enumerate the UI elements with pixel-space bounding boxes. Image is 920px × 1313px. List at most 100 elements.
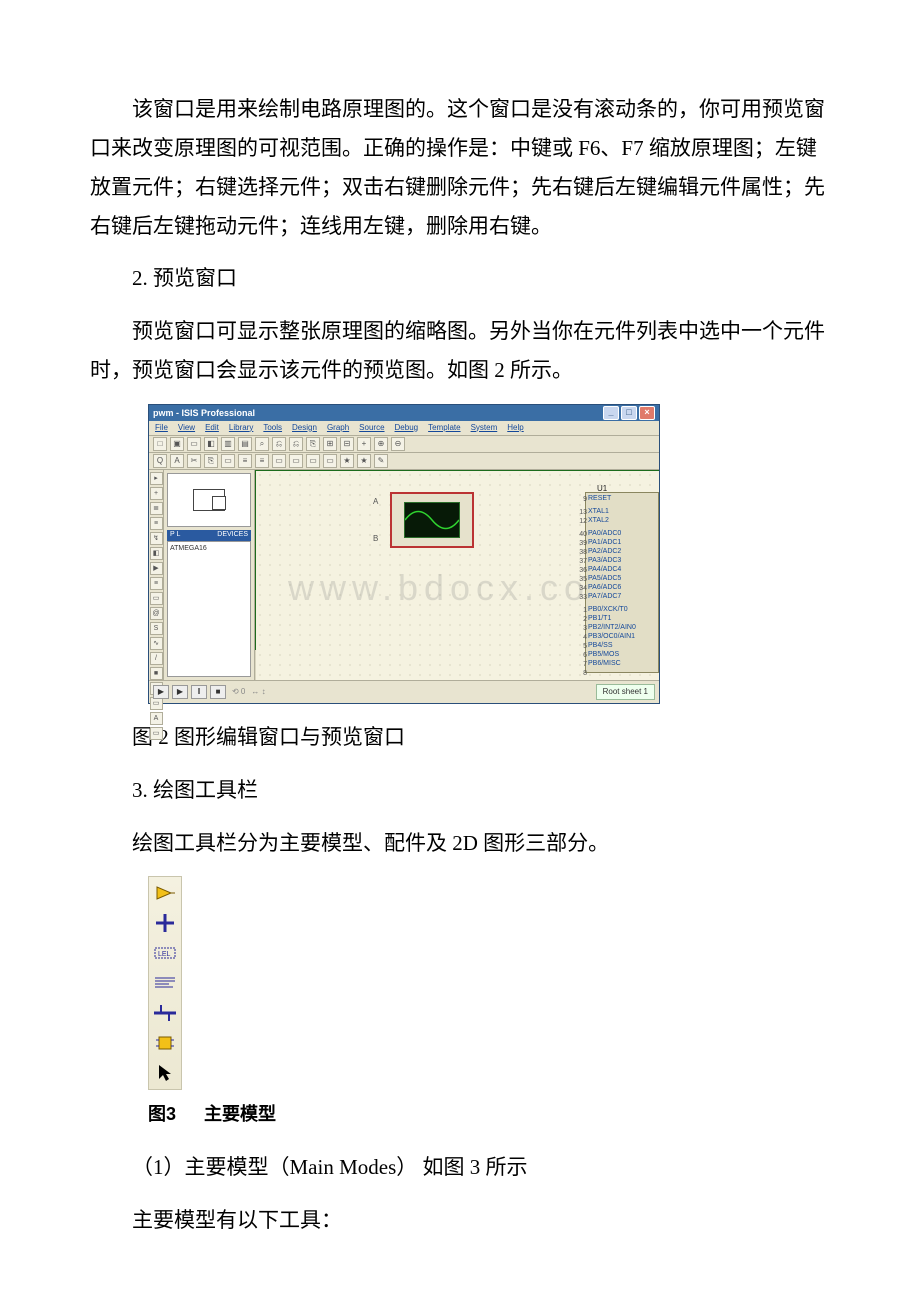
side-tool[interactable]: ∿ <box>150 637 163 650</box>
chip-pin-label: PA4/ADC4 <box>588 565 656 574</box>
menu-debug[interactable]: Debug <box>395 421 419 436</box>
menu-graph[interactable]: Graph <box>327 421 349 436</box>
sim-pause[interactable]: ‖ <box>191 685 207 699</box>
device-list-header[interactable]: P L DEVICES <box>167 530 251 541</box>
window-maximize-button[interactable]: □ <box>621 406 637 420</box>
side-tool[interactable]: / <box>150 652 163 665</box>
side-tool[interactable]: ≡ <box>150 517 163 530</box>
chip-pin-label: PB6/MISC <box>588 659 656 668</box>
toolbar-button[interactable]: ⊖ <box>391 437 405 451</box>
toolbar-button[interactable]: □ <box>153 437 167 451</box>
heading-drawing-toolbar: 3. 绘图工具栏 <box>90 771 830 810</box>
toolbar-button[interactable]: ▥ <box>221 437 235 451</box>
figure-3-title: 主要模型 <box>204 1098 276 1131</box>
menu-template[interactable]: Template <box>428 421 460 436</box>
side-tool[interactable]: + <box>150 487 163 500</box>
junction-icon[interactable] <box>153 911 177 935</box>
toolbar-button[interactable]: + <box>357 437 371 451</box>
paragraph-main-modes-tools: 主要模型有以下工具： <box>90 1201 830 1240</box>
side-tool[interactable]: ▸ <box>150 472 163 485</box>
sheet-tab[interactable]: Root sheet 1 <box>596 684 655 701</box>
sim-play[interactable]: ▶ <box>153 685 169 699</box>
toolbar-button[interactable]: ▭ <box>306 454 320 468</box>
toolbar-button[interactable]: ◧ <box>204 437 218 451</box>
preview-thumbnail <box>193 489 225 511</box>
menu-design[interactable]: Design <box>292 421 317 436</box>
component-icon[interactable] <box>153 881 177 905</box>
toolbar-button[interactable]: ✂ <box>187 454 201 468</box>
scope-channel-a-label: A <box>373 495 378 510</box>
script-icon[interactable] <box>153 971 177 995</box>
oscilloscope[interactable] <box>390 492 474 548</box>
toolbar-button[interactable]: ⎌ <box>272 437 286 451</box>
toolbar-button[interactable]: A <box>170 454 184 468</box>
pointer-icon[interactable] <box>153 1061 177 1085</box>
device-list[interactable]: ATMEGA16 <box>167 541 251 677</box>
toolbar-row-2[interactable]: QA✂⎘▭≡≡▭▭▭▭★★✎ <box>149 453 659 470</box>
menu-tools[interactable]: Tools <box>263 421 282 436</box>
toolbar-button[interactable]: ⊕ <box>374 437 388 451</box>
side-tool[interactable]: ▭ <box>150 592 163 605</box>
bus-icon[interactable] <box>153 1001 177 1025</box>
side-tool[interactable]: A <box>150 712 163 725</box>
chip-pin-label: PB1/T1 <box>588 614 656 623</box>
menu-help[interactable]: Help <box>507 421 523 436</box>
device-list-item[interactable]: ATMEGA16 <box>170 543 248 556</box>
paragraph-toolbar-parts: 绘图工具栏分为主要模型、配件及 2D 图形三部分。 <box>90 824 830 863</box>
menu-view[interactable]: View <box>178 421 195 436</box>
side-tool[interactable]: ◧ <box>150 547 163 560</box>
toolbar-row-1[interactable]: □▣▭◧▥▤⌕⎌⎌⎘⊞⊟+⊕⊖ <box>149 436 659 453</box>
toolbar-button[interactable]: ▭ <box>289 454 303 468</box>
sim-stop[interactable]: ■ <box>210 685 226 699</box>
toolbar-button[interactable]: ▣ <box>170 437 184 451</box>
chip-pin-label: RESET <box>588 494 656 503</box>
subcircuit-icon[interactable] <box>153 1031 177 1055</box>
menu-system[interactable]: System <box>471 421 498 436</box>
toolbar-button[interactable]: Q <box>153 454 167 468</box>
toolbar-button[interactable]: ≡ <box>238 454 252 468</box>
chip-body: RESETXTAL1XTAL2PA0/ADC0PA1/ADC1PA2/ADC2P… <box>585 492 659 673</box>
toolbar-button[interactable]: ⎘ <box>204 454 218 468</box>
chip-pin-label: PB0/XCK/T0 <box>588 605 656 614</box>
window-minimize-button[interactable]: _ <box>603 406 619 420</box>
side-tool[interactable]: ≡ <box>150 577 163 590</box>
side-tool[interactable]: ▭ <box>150 727 163 740</box>
label-icon[interactable]: LEL <box>153 941 177 965</box>
toolbar-button[interactable]: ▭ <box>272 454 286 468</box>
window-close-button[interactable]: × <box>639 406 655 420</box>
menu-library[interactable]: Library <box>229 421 253 436</box>
toolbar-button[interactable]: ≡ <box>255 454 269 468</box>
toolbar-button[interactable]: ⎌ <box>289 437 303 451</box>
side-tool[interactable]: ▶ <box>150 562 163 575</box>
toolbar-button[interactable]: ▤ <box>238 437 252 451</box>
toolbar-button[interactable]: ▭ <box>187 437 201 451</box>
side-tool[interactable]: ■ <box>150 667 163 680</box>
preview-pane[interactable] <box>167 473 251 527</box>
heading-preview-window: 2. 预览窗口 <box>90 259 830 298</box>
side-tool[interactable]: @ <box>150 607 163 620</box>
left-tool-palette[interactable]: ▸+≣≡↯◧▶≡▭@S∿/■●▭A▭ <box>149 470 164 680</box>
chip-pin-number: 33 <box>579 592 587 605</box>
window-titlebar[interactable]: pwm - ISIS Professional _ □ × <box>149 405 659 421</box>
sim-step[interactable]: ▶ <box>172 685 188 699</box>
chip-pin-number: 8 <box>583 668 587 680</box>
figure-2-caption: 图 2 图形编辑窗口与预览窗口 <box>90 718 830 757</box>
toolbar-button[interactable]: ✎ <box>374 454 388 468</box>
side-tool[interactable]: S <box>150 622 163 635</box>
toolbar-button[interactable]: ⊞ <box>323 437 337 451</box>
toolbar-button[interactable]: ⊟ <box>340 437 354 451</box>
toolbar-button[interactable]: ⎘ <box>306 437 320 451</box>
menu-file[interactable]: File <box>155 421 168 436</box>
menu-bar[interactable]: File View Edit Library Tools Design Graph Sourc… <box>149 421 659 436</box>
toolbar-button[interactable]: ★ <box>357 454 371 468</box>
side-tool[interactable]: ↯ <box>150 532 163 545</box>
toolbar-button[interactable]: ★ <box>340 454 354 468</box>
toolbar-button[interactable]: ▭ <box>323 454 337 468</box>
toolbar-button[interactable]: ⌕ <box>255 437 269 451</box>
schematic-canvas[interactable]: www.bdocx.com A B U1 RESETXTAL1XTAL2PA0/… <box>255 470 659 680</box>
menu-source[interactable]: Source <box>359 421 384 436</box>
menu-edit[interactable]: Edit <box>205 421 219 436</box>
toolbar-button[interactable]: ▭ <box>221 454 235 468</box>
side-tool[interactable]: ≣ <box>150 502 163 515</box>
scope-channel-b-label: B <box>373 532 378 547</box>
